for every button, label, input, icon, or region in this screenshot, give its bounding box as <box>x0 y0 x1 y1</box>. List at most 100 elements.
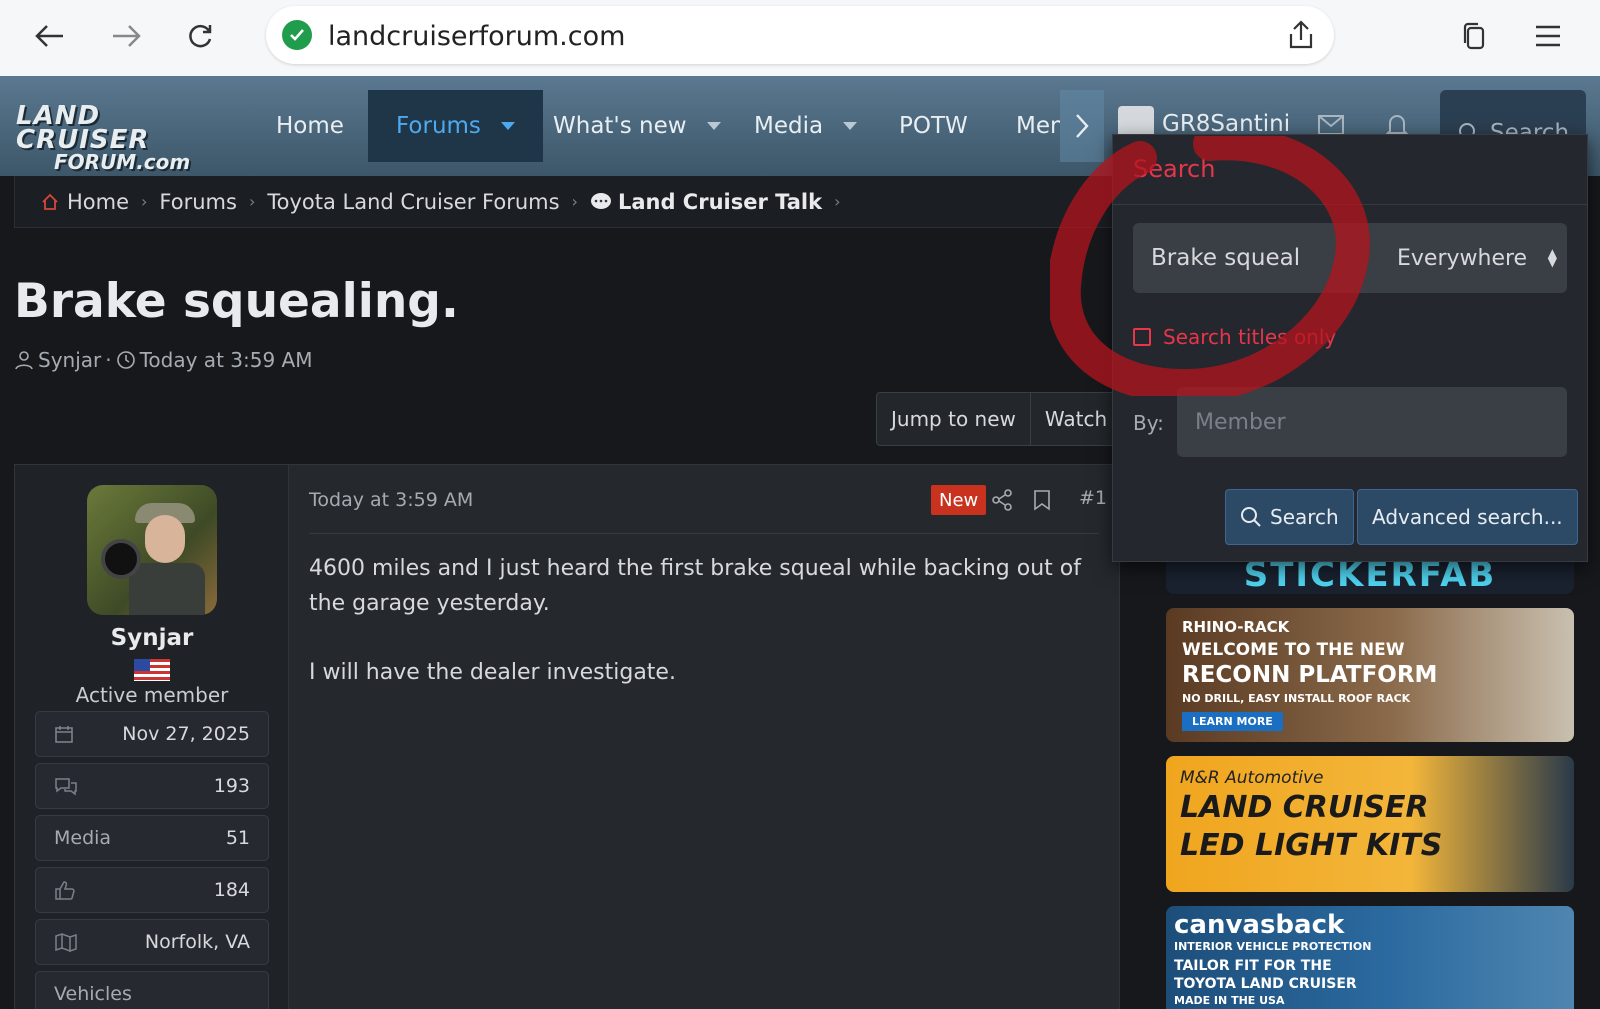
search-titles-only-checkbox[interactable]: Search titles only <box>1133 325 1336 349</box>
avatar[interactable] <box>87 485 217 615</box>
thread-date[interactable]: Today at 3:59 AM <box>140 348 313 372</box>
bookmark-icon[interactable] <box>1029 487 1055 513</box>
search-scope-value: Everywhere <box>1397 245 1528 271</box>
jump-to-new-button[interactable]: Jump to new <box>877 393 1031 445</box>
page-title: Brake squealing. <box>14 274 459 329</box>
logo-line1: LAND CRUISER <box>16 101 150 155</box>
user-title: Active member <box>75 683 229 707</box>
breadcrumb-talk[interactable]: Land Cruiser Talk <box>618 190 822 214</box>
user-icon <box>15 351 33 370</box>
post-body: 4600 miles and I just heard the first br… <box>309 551 1099 724</box>
site-logo[interactable]: LAND CRUISER FORUM.com <box>16 103 236 172</box>
ad-rhino-line1: WELCOME TO THE NEW <box>1182 640 1405 660</box>
search-input[interactable]: Brake squeal <box>1133 223 1377 293</box>
stat-vehicles-label: Vehicles <box>54 983 132 1005</box>
breadcrumb-forums[interactable]: Forums <box>159 190 237 214</box>
chevron-right-icon: › <box>141 192 148 211</box>
messages-icon <box>55 778 77 796</box>
avatar-face <box>145 515 185 563</box>
chevron-down-icon[interactable] <box>843 122 858 130</box>
search-by-label: By: <box>1133 411 1164 435</box>
post-paragraph: 4600 miles and I just heard the first br… <box>309 556 1081 616</box>
calendar-icon <box>55 726 73 743</box>
search-submit-label: Search <box>1270 505 1339 529</box>
stat-messages: 193 <box>35 763 269 809</box>
thread-author[interactable]: Synjar <box>38 348 101 372</box>
advanced-search-button[interactable]: Advanced search... <box>1357 489 1578 545</box>
post-divider <box>309 533 1099 534</box>
thread-actions: Jump to new Watch <box>876 392 1124 446</box>
nav-media[interactable]: Media <box>754 90 858 162</box>
share-icon[interactable] <box>1284 18 1318 52</box>
ad-canvas-brand: canvasback <box>1174 910 1345 940</box>
map-icon <box>55 933 77 952</box>
tabs-icon[interactable] <box>1452 14 1496 58</box>
search-submit-button[interactable]: Search <box>1225 489 1354 545</box>
breadcrumb-toyota[interactable]: Toyota Land Cruiser Forums <box>267 190 559 214</box>
us-flag-icon <box>134 659 170 681</box>
search-icon <box>1241 507 1261 527</box>
share-icon[interactable] <box>989 487 1015 513</box>
nav-members[interactable]: Men <box>1016 90 1060 162</box>
post-username[interactable]: Synjar <box>15 625 289 651</box>
url-text[interactable]: landcruiserforum.com <box>328 21 625 52</box>
logo-line2: FORUM.com <box>54 150 191 174</box>
ad-rhino-cta[interactable]: LEARN MORE <box>1182 712 1283 731</box>
avatar-body <box>129 563 205 615</box>
watch-button[interactable]: Watch <box>1031 393 1123 445</box>
chevron-right-icon: › <box>834 192 841 211</box>
ad-canvasback[interactable]: canvasback INTERIOR VEHICLE PROTECTION T… <box>1166 906 1574 1009</box>
nav-forums[interactable]: Forums <box>368 90 543 162</box>
browser-toolbar: landcruiserforum.com <box>0 0 1600 76</box>
nav-whats-new[interactable]: What's new <box>553 90 721 162</box>
nav-media-label: Media <box>754 113 824 139</box>
checkbox-box[interactable] <box>1133 328 1151 346</box>
reload-icon[interactable] <box>178 14 222 58</box>
member-input[interactable]: Member <box>1177 387 1567 457</box>
stat-media-value: 51 <box>225 827 250 849</box>
stat-media: Media 51 <box>35 815 269 861</box>
ad-mr-line1: LAND CRUISER <box>1180 790 1429 825</box>
chevron-down-icon[interactable] <box>706 122 721 130</box>
stat-vehicles: Vehicles <box>35 971 269 1009</box>
stat-reactions-value: 184 <box>213 879 250 901</box>
nav-potw[interactable]: POTW <box>899 90 968 162</box>
breadcrumb-home[interactable]: Home <box>67 190 129 214</box>
breadcrumb: Home › Forums › Toyota Land Cruiser Foru… <box>14 176 1144 228</box>
stat-joined-value: Nov 27, 2025 <box>122 723 250 745</box>
stat-location-value[interactable]: Norfolk, VA <box>145 931 250 953</box>
menu-icon[interactable] <box>1526 14 1570 58</box>
post-date[interactable]: Today at 3:59 AM <box>309 489 473 511</box>
nav-home[interactable]: Home <box>276 90 344 162</box>
chevron-right-icon: › <box>571 192 578 211</box>
ad-mr-line2: LED LIGHT KITS <box>1180 828 1443 863</box>
ad-rhino-rack[interactable]: RHINO-RACK WELCOME TO THE NEW RECONN PLA… <box>1166 608 1574 742</box>
chevron-right-icon: › <box>248 192 256 211</box>
nav-whats-new-label: What's new <box>553 113 687 139</box>
search-scope-select[interactable]: Everywhere ▲ ▼ <box>1377 223 1567 293</box>
stat-messages-value: 193 <box>213 775 250 797</box>
secure-shield-icon <box>282 20 312 50</box>
ad-canvas-line1: INTERIOR VEHICLE PROTECTION <box>1174 940 1372 953</box>
meta-separator: · <box>105 348 112 372</box>
avatar-camera <box>101 539 141 579</box>
up-down-arrows-icon: ▲ ▼ <box>1547 246 1557 269</box>
ad-mr-brand: M&R Automotive <box>1180 768 1324 788</box>
forward-arrow-icon[interactable] <box>104 14 148 58</box>
thumbs-up-icon <box>55 881 75 900</box>
chevron-down-icon[interactable] <box>500 122 515 130</box>
thread-meta: Synjar · Today at 3:59 AM <box>14 348 312 372</box>
stat-location: Norfolk, VA <box>35 919 269 965</box>
ad-canvas-line3: TOYOTA LAND CRUISER <box>1174 976 1357 992</box>
chat-bubble-icon <box>590 192 611 209</box>
ad-canvas-line2: TAILOR FIT FOR THE <box>1174 958 1332 974</box>
clock-icon <box>116 351 135 369</box>
nav-forums-label: Forums <box>396 113 481 139</box>
post-paragraph: I will have the dealer investigate. <box>309 660 676 685</box>
nav-scroll-right-icon[interactable] <box>1060 90 1104 162</box>
address-bar[interactable]: landcruiserforum.com <box>266 6 1334 64</box>
ad-mr-automotive[interactable]: M&R Automotive LAND CRUISER LED LIGHT KI… <box>1166 756 1574 892</box>
back-arrow-icon[interactable] <box>28 14 72 58</box>
post-number[interactable]: #1 <box>1079 487 1107 509</box>
search-titles-only-label: Search titles only <box>1163 325 1337 349</box>
